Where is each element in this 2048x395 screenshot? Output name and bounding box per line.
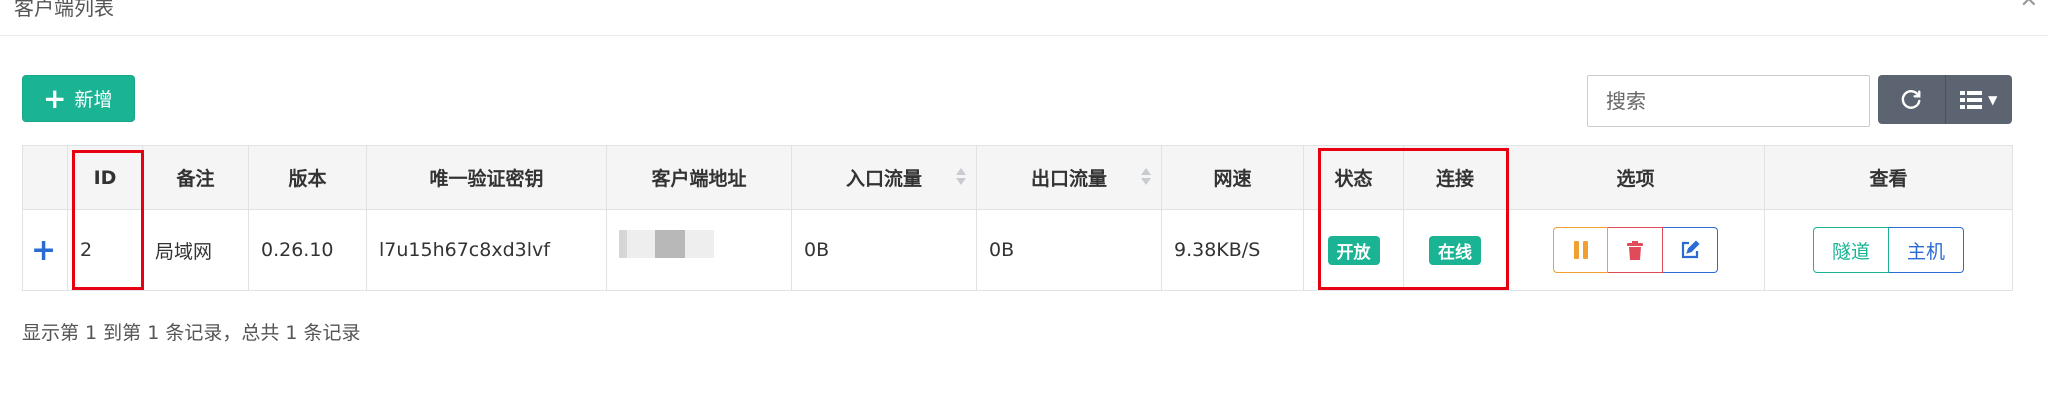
col-header-out-flow[interactable]: 出口流量 (976, 145, 1162, 210)
option-buttons (1553, 227, 1718, 273)
col-header-remark: 备注 (142, 145, 249, 210)
col-header-key: 唯一验证密钥 (366, 145, 607, 210)
tunnel-button[interactable]: 隧道 (1812, 227, 1889, 273)
chevron-down-icon: ▼ (1988, 92, 1998, 107)
cell-key: l7u15h67c8xd3lvf (366, 209, 607, 291)
edit-button[interactable] (1663, 227, 1718, 273)
sort-icon[interactable] (956, 168, 966, 188)
add-button[interactable]: + 新增 (22, 75, 135, 122)
col-header-in-flow-label: 入口流量 (845, 168, 922, 190)
cell-remark: 局域网 (142, 209, 249, 291)
add-button-label: 新增 (74, 89, 113, 111)
blurred-address (619, 229, 714, 258)
col-header-out-flow-label: 出口流量 (1030, 168, 1107, 190)
cell-options (1506, 209, 1765, 291)
col-header-version: 版本 (248, 145, 367, 210)
table-tools: ▼ (1878, 75, 2012, 124)
plus-icon: + (43, 81, 67, 115)
cell-speed: 9.38KB/S (1161, 209, 1304, 291)
client-table: ID 备注 版本 唯一验证密钥 客户端地址 入口流量 出口流量 网速 状态 连接… (22, 145, 2013, 291)
expand-row-icon[interactable]: + (22, 209, 68, 291)
panel-header: 客户端列表 ⌃✕ (0, 0, 2048, 36)
col-header-options: 选项 (1506, 145, 1765, 210)
col-header-expand (22, 145, 68, 210)
chevron-up-icon[interactable]: ⌃ (1995, 0, 2019, 13)
col-header-address: 客户端地址 (606, 145, 792, 210)
cell-address (606, 209, 792, 291)
pause-icon (1573, 241, 1588, 259)
col-header-view: 查看 (1764, 145, 2013, 210)
highlight-box-id (72, 150, 144, 290)
refresh-icon (1901, 89, 1921, 109)
cell-out-flow: 0B (976, 209, 1162, 291)
col-header-in-flow[interactable]: 入口流量 (791, 145, 977, 210)
host-button[interactable]: 主机 (1889, 227, 1965, 273)
edit-icon (1681, 240, 1700, 259)
panel-title: 客户端列表 (14, 0, 114, 20)
list-columns-icon (1960, 90, 1983, 109)
table-row: + 2 局域网 0.26.10 l7u15h67c8xd3lvf 0B 0B 9… (22, 209, 2013, 291)
cell-in-flow: 0B (791, 209, 977, 291)
table-header-row: ID 备注 版本 唯一验证密钥 客户端地址 入口流量 出口流量 网速 状态 连接… (22, 145, 2013, 210)
cell-version: 0.26.10 (248, 209, 367, 291)
trash-icon (1627, 240, 1643, 260)
view-buttons: 隧道 主机 (1812, 227, 1965, 273)
col-header-speed: 网速 (1161, 145, 1304, 210)
sort-icon[interactable] (1141, 168, 1151, 188)
close-icon[interactable]: ✕ (2020, 0, 2044, 13)
stop-button[interactable] (1553, 227, 1608, 273)
delete-button[interactable] (1608, 227, 1663, 273)
columns-toggle-button[interactable]: ▼ (1944, 75, 2013, 124)
panel-controls: ⌃✕ (1995, 0, 2044, 13)
pagination-summary: 显示第 1 到第 1 条记录，总共 1 条记录 (22, 322, 361, 344)
highlight-box-status (1318, 148, 1509, 290)
search-input[interactable] (1587, 75, 1870, 127)
cell-view: 隧道 主机 (1764, 209, 2013, 291)
refresh-button[interactable] (1878, 75, 1945, 124)
